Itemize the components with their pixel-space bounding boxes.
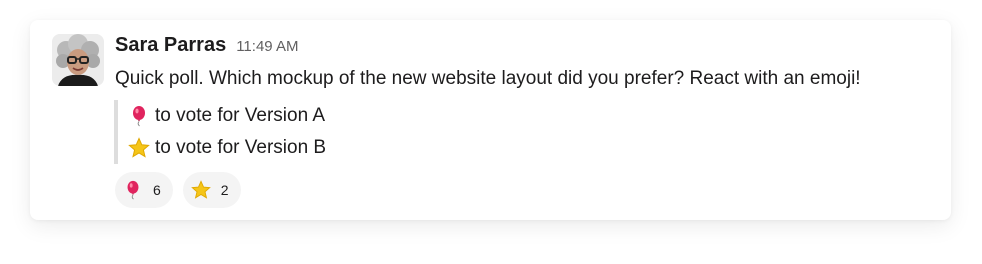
star-icon [128,137,150,159]
balloon-icon [128,105,150,127]
reaction-star[interactable]: 2 [182,172,241,208]
quote-line-text: to vote for Version A [155,105,326,126]
balloon-icon [123,180,143,200]
message-card: Sara Parras 11:49 AM Quick poll. Which m… [30,20,951,220]
quote-line-version-a: to vote for Version A [128,100,326,132]
quote-block: to vote for Version A to vote for Versio… [114,100,326,164]
message-text: Quick poll. Which mockup of the new webs… [115,68,861,89]
reaction-count: 2 [220,182,229,198]
star-icon [190,180,211,200]
reaction-count: 6 [153,182,161,198]
avatar[interactable] [52,34,104,86]
reaction-balloon[interactable]: 6 [115,172,173,208]
reactions-bar: 6 2 [115,172,241,208]
author-name[interactable]: Sara Parras [115,34,226,57]
message-header: Sara Parras 11:49 AM [115,34,298,62]
timestamp[interactable]: 11:49 AM [236,38,298,55]
quote-line-version-b: to vote for Version B [128,132,326,164]
quote-line-text: to vote for Version B [155,137,327,158]
